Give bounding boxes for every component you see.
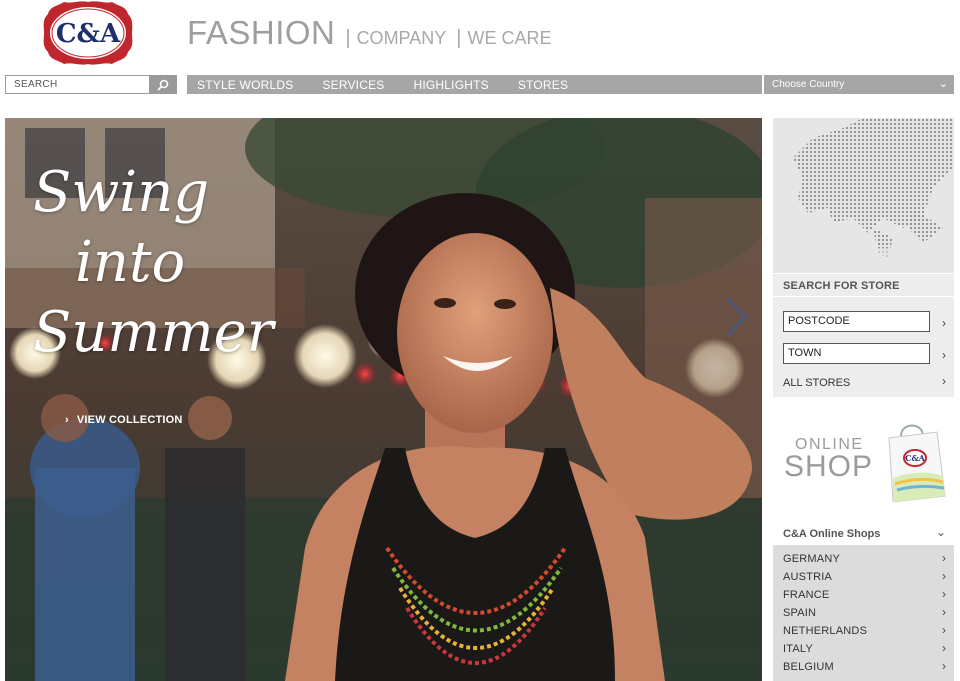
shop-country-label: SPAIN — [783, 607, 817, 619]
chevron-right-icon[interactable]: › — [942, 316, 946, 330]
view-collection-link[interactable]: › VIEW COLLECTION — [65, 414, 183, 426]
svg-text:C&A: C&A — [905, 453, 926, 463]
online-shop-line2: SHOP — [784, 450, 874, 483]
main-menu: STYLE WORLDS SERVICES HIGHLIGHTS STORES — [187, 75, 762, 94]
shop-country-label: NETHERLANDS — [783, 625, 868, 637]
menu-services[interactable]: SERVICES — [322, 78, 384, 92]
chevron-down-icon: ⌄ — [935, 525, 946, 539]
nav-fashion[interactable]: FASHION — [187, 14, 335, 52]
chevron-right-icon: › — [942, 569, 946, 583]
online-shop-banner[interactable]: ONLINE SHOP C&A — [773, 410, 954, 510]
shop-country-item[interactable]: GERMANY › — [773, 549, 954, 567]
slogan-line: into — [75, 230, 186, 295]
nav-divider: | — [456, 27, 462, 49]
shop-country-label: AUSTRIA — [783, 571, 833, 583]
shop-country-item[interactable]: BELGIUM › — [773, 657, 954, 675]
shop-country-item[interactable]: NETHERLANDS › — [773, 621, 954, 639]
chevron-right-icon: › — [942, 641, 946, 655]
store-search-panel: SEARCH FOR STORE POSTCODE › TOWN › ALL S… — [773, 274, 954, 397]
chevron-right-icon: › — [942, 659, 946, 673]
shop-country-label: ITALY — [783, 643, 813, 655]
postcode-input[interactable]: POSTCODE — [783, 311, 930, 332]
hero-banner[interactable]: Swing into Summer › VIEW COLLECTION — [5, 118, 762, 681]
carousel-next-arrow[interactable] — [719, 294, 749, 340]
logo-text: C&A — [56, 19, 121, 49]
nav-divider: | — [345, 27, 351, 49]
chevron-right-icon[interactable]: › — [942, 374, 946, 388]
store-search-title: SEARCH FOR STORE — [783, 280, 900, 292]
slogan-line: Summer — [33, 300, 274, 365]
chevron-right-icon: › — [942, 605, 946, 619]
online-shops-panel: C&A Online Shops ⌄ GERMANY › AUSTRIA › F… — [773, 521, 954, 681]
shop-country-item[interactable]: ITALY › — [773, 639, 954, 657]
nav-we-care[interactable]: WE CARE — [467, 28, 551, 49]
menu-highlights[interactable]: HIGHLIGHTS — [414, 78, 489, 92]
all-stores-link[interactable]: ALL STORES — [783, 377, 850, 389]
shop-country-label: GERMANY — [783, 553, 841, 565]
search-input[interactable]: SEARCH — [6, 76, 150, 93]
shopping-bag-icon: C&A — [888, 424, 946, 503]
slogan-line: Swing — [33, 160, 210, 225]
country-select[interactable]: Choose Country ⌄ — [764, 75, 954, 94]
town-input[interactable]: TOWN — [783, 343, 930, 364]
online-shops-header[interactable]: C&A Online Shops ⌄ — [773, 521, 954, 545]
chevron-right-icon: › — [65, 414, 69, 426]
online-shops-title: C&A Online Shops — [783, 528, 881, 540]
country-select-label: Choose Country — [772, 79, 845, 90]
search-button[interactable] — [149, 76, 176, 93]
shop-country-label: BELGIUM — [783, 661, 834, 673]
ca-logo[interactable]: C&A — [42, 0, 134, 66]
europe-map[interactable] — [773, 118, 954, 273]
chevron-right-icon[interactable]: › — [942, 348, 946, 362]
chevron-right-icon: › — [942, 551, 946, 565]
chevron-down-icon: ⌄ — [938, 78, 948, 90]
menu-style-worlds[interactable]: STYLE WORLDS — [197, 78, 293, 92]
top-navigation: FASHION | COMPANY | WE CARE — [187, 14, 551, 54]
shop-country-item[interactable]: AUSTRIA › — [773, 567, 954, 585]
menu-stores[interactable]: STORES — [518, 78, 568, 92]
shop-country-item[interactable]: SPAIN › — [773, 603, 954, 621]
chevron-right-icon: › — [942, 623, 946, 637]
search-icon — [156, 79, 168, 91]
shop-country-item[interactable]: FRANCE › — [773, 585, 954, 603]
hero-slogan: Swing into Summer — [33, 158, 274, 368]
shop-country-label: FRANCE — [783, 589, 830, 601]
chevron-right-icon: › — [942, 587, 946, 601]
view-collection-label: VIEW COLLECTION — [76, 414, 183, 426]
online-shops-list: GERMANY › AUSTRIA › FRANCE › SPAIN › NET… — [773, 545, 954, 681]
nav-company[interactable]: COMPANY — [357, 28, 447, 49]
divider — [773, 296, 954, 297]
search-bar: SEARCH — [5, 75, 177, 94]
